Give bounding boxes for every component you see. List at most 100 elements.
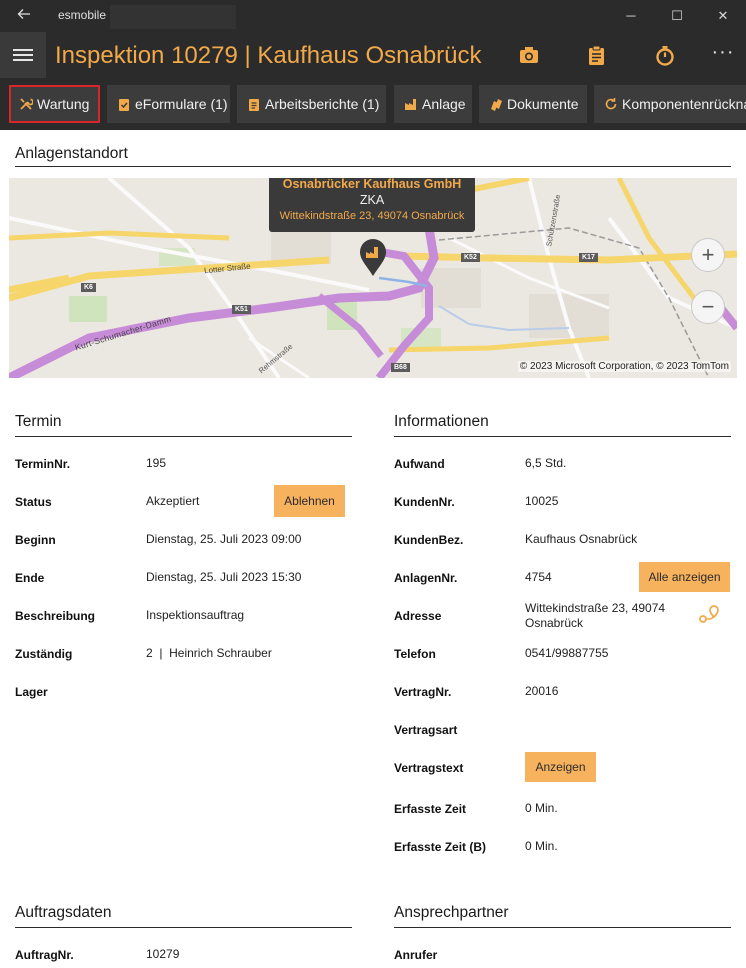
ablehnen-button[interactable]: Ablehnen bbox=[274, 485, 345, 517]
telefon-value: 0541/99887755 bbox=[525, 646, 609, 660]
beschreibung-label: Beschreibung bbox=[15, 609, 96, 623]
app-name: esmobile bbox=[58, 8, 107, 22]
kunden-bez-value: Kaufhaus Osnabrück bbox=[525, 532, 638, 546]
tab-eformulare[interactable]: eFormulare (1) bbox=[107, 85, 230, 123]
maximize-icon: ☐ bbox=[671, 8, 683, 23]
maximize-button[interactable]: ☐ bbox=[654, 0, 700, 32]
vertrag-nr-label: VertragNr. bbox=[394, 685, 452, 699]
vertragstext-label: Vertragstext bbox=[394, 761, 464, 775]
section-title-termin: Termin bbox=[15, 413, 62, 430]
termin-nr-label: TerminNr. bbox=[15, 457, 71, 471]
zoom-out-button[interactable]: − bbox=[691, 290, 725, 324]
minimize-icon: ─ bbox=[626, 8, 636, 23]
title-bar-blank-area bbox=[110, 5, 236, 29]
termin-nr-value: 195 bbox=[146, 456, 167, 470]
tab-label: Wartung bbox=[37, 96, 90, 112]
zoom-out-icon: − bbox=[701, 294, 715, 319]
back-arrow-icon[interactable] bbox=[14, 6, 34, 26]
tab-arbeitsberichte[interactable]: Arbeitsberichte (1) bbox=[237, 85, 386, 123]
status-label: Status bbox=[15, 495, 52, 509]
page-title: Inspektion 10279 | Kaufhaus Osnabrück bbox=[55, 42, 482, 69]
auftrag-nr-label: AuftragNr. bbox=[15, 948, 74, 962]
kunden-nr-value: 10025 bbox=[525, 494, 559, 508]
kunden-bez-label: KundenBez. bbox=[394, 533, 464, 547]
tab-label: Dokumente bbox=[507, 96, 579, 112]
popup-type: ZKA bbox=[359, 193, 385, 207]
hamburger-line bbox=[13, 49, 33, 51]
zoom-in-icon: + bbox=[701, 242, 715, 267]
tab-label: Arbeitsberichte (1) bbox=[265, 96, 380, 112]
zustaendig-value: 2 | Heinrich Schrauber bbox=[146, 646, 272, 660]
clipboard-icon[interactable] bbox=[581, 40, 611, 70]
anzeigen-button[interactable]: Anzeigen bbox=[525, 752, 596, 782]
road-shield: K6 bbox=[81, 283, 96, 292]
section-title-auftragsdaten: Auftragsdaten bbox=[15, 904, 112, 921]
beschreibung-value: Inspektionsauftrag bbox=[146, 608, 245, 622]
zoom-in-button[interactable]: + bbox=[691, 238, 725, 272]
close-window-button[interactable]: ✕ bbox=[700, 0, 746, 32]
road-shield: K52 bbox=[461, 253, 480, 262]
section-divider bbox=[15, 927, 352, 928]
lager-label: Lager bbox=[15, 685, 48, 699]
stopwatch-icon[interactable] bbox=[650, 40, 680, 70]
section-divider bbox=[394, 927, 731, 928]
window-title-bar: esmobile ─ ☐ ✕ bbox=[0, 0, 746, 32]
route-icon[interactable] bbox=[698, 603, 720, 625]
popup-customer-name: Osnabrücker Kaufhaus GmbH bbox=[282, 178, 462, 191]
road-shield: K17 bbox=[579, 253, 598, 262]
hamburger-line bbox=[13, 54, 33, 56]
anlagen-nr-label: AnlagenNr. bbox=[394, 571, 458, 585]
camera-icon[interactable] bbox=[514, 40, 544, 70]
more-icon[interactable]: ··· bbox=[708, 40, 738, 70]
vertragsart-label: Vertragsart bbox=[394, 723, 458, 737]
app-bar: Inspektion 10279 | Kaufhaus Osnabrück ··… bbox=[0, 32, 746, 78]
vertrag-nr-value: 20016 bbox=[525, 684, 559, 698]
hamburger-menu-button[interactable] bbox=[0, 32, 46, 78]
road-shield: B68 bbox=[391, 363, 410, 372]
alle-anzeigen-button[interactable]: Alle anzeigen bbox=[639, 562, 730, 592]
map-location-popup[interactable]: Osnabrücker Kaufhaus GmbH ZKA Wittekinds… bbox=[269, 178, 475, 232]
erfasste-zeit-label: Erfasste Zeit bbox=[394, 802, 467, 816]
tab-label: Komponentenrücknahme bbox=[622, 96, 746, 112]
map-pin-icon[interactable] bbox=[358, 238, 388, 278]
telefon-label: Telefon bbox=[394, 647, 436, 661]
status-value: Akzeptiert bbox=[146, 494, 200, 508]
section-divider bbox=[15, 166, 731, 167]
wrench-icon bbox=[20, 98, 33, 110]
aufwand-value: 6,5 Std. bbox=[525, 456, 567, 470]
tab-anlage[interactable]: Anlage bbox=[394, 85, 472, 123]
map-copyright: © 2023 Microsoft Corporation, © 2023 Tom… bbox=[517, 361, 731, 372]
popup-address: Wittekindstraße 23, 49074 Osnabrück bbox=[279, 210, 465, 222]
tab-label: Anlage bbox=[422, 96, 466, 112]
tab-komponentenruecknahme[interactable]: Komponentenrücknahme bbox=[594, 85, 746, 123]
adresse-value-line2: Osnabrück bbox=[525, 616, 584, 630]
map-view[interactable]: Lotter Straße Kurt-Schumacher-Damm Rehms… bbox=[9, 178, 737, 378]
tab-wartung[interactable]: Wartung bbox=[9, 85, 100, 123]
toolbar: Wartung eFormulare (1) Arbeitsberichte (… bbox=[0, 78, 746, 130]
erfasste-zeit-b-label: Erfasste Zeit (B) bbox=[394, 840, 487, 854]
section-divider bbox=[15, 436, 352, 437]
beginn-value: Dienstag, 25. Juli 2023 09:00 bbox=[146, 532, 302, 546]
erfasste-zeit-value: 0 Min. bbox=[525, 801, 558, 815]
clipboard-check-icon bbox=[119, 99, 129, 111]
auftrag-nr-value: 10279 bbox=[146, 947, 180, 961]
refresh-icon bbox=[605, 98, 617, 110]
minimize-button[interactable]: ─ bbox=[608, 0, 654, 32]
close-icon: ✕ bbox=[717, 8, 729, 23]
anlagen-nr-value: 4754 bbox=[525, 570, 552, 584]
beginn-label: Beginn bbox=[15, 533, 56, 547]
factory-icon bbox=[405, 99, 416, 110]
section-divider bbox=[394, 436, 731, 437]
road-shield: K51 bbox=[232, 305, 251, 314]
documents-icon bbox=[491, 99, 502, 111]
section-title-ansprechpartner: Ansprechpartner bbox=[394, 904, 509, 921]
zustaendig-label: Zuständig bbox=[15, 647, 73, 661]
tab-label: eFormulare (1) bbox=[135, 96, 228, 112]
hamburger-line bbox=[13, 59, 33, 61]
ende-label: Ende bbox=[15, 571, 45, 585]
erfasste-zeit-b-value: 0 Min. bbox=[525, 839, 558, 853]
adresse-label: Adresse bbox=[394, 609, 442, 623]
tab-dokumente[interactable]: Dokumente bbox=[479, 85, 587, 123]
section-title-informationen: Informationen bbox=[394, 413, 489, 430]
aufwand-label: Aufwand bbox=[394, 457, 445, 471]
